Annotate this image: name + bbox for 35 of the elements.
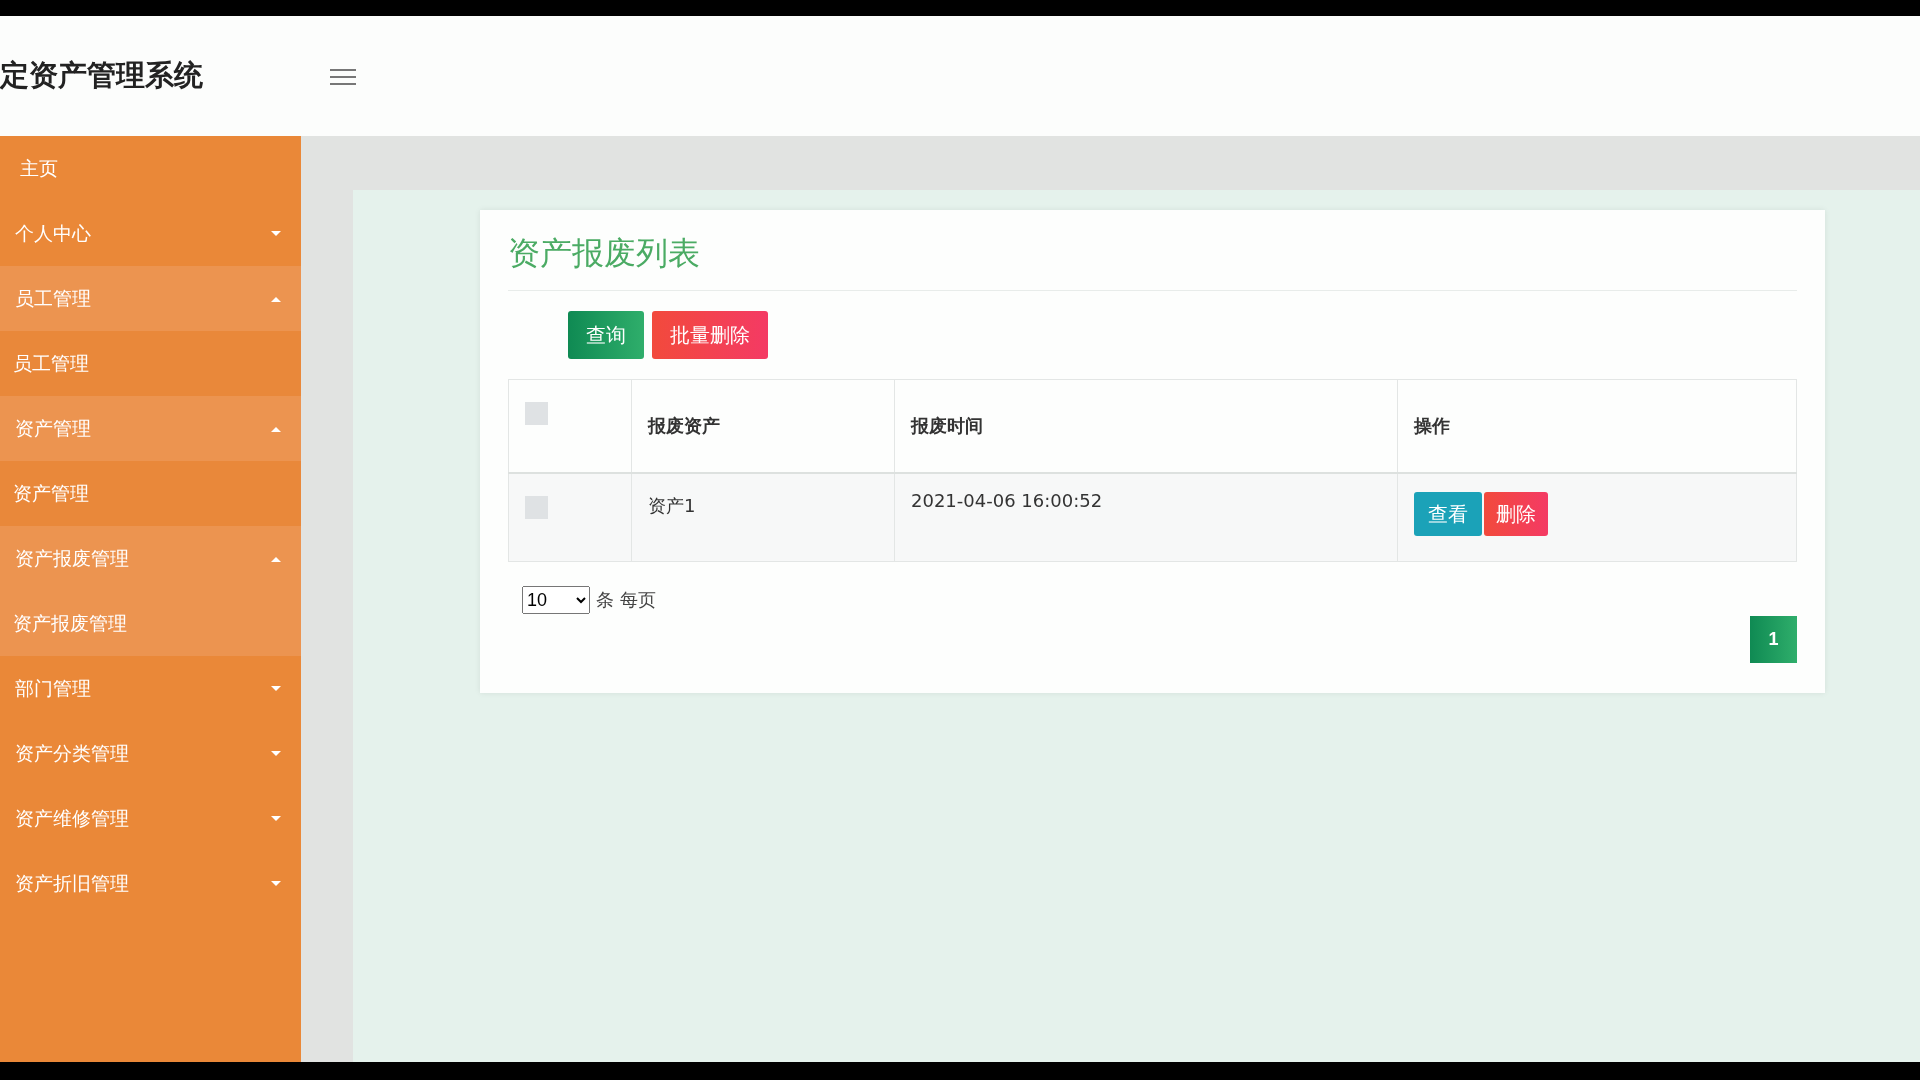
checkbox[interactable]	[525, 496, 548, 519]
column-header: 操作	[1414, 415, 1450, 436]
per-page-label: 条 每页	[596, 587, 656, 612]
sidebar-item[interactable]: 资产折旧管理	[0, 851, 301, 916]
view-button[interactable]: 查看	[1414, 492, 1482, 536]
caret-icon	[271, 685, 281, 692]
caret-icon	[271, 815, 281, 822]
sidebar-subitem[interactable]: 资产报废管理	[0, 591, 301, 656]
caret-icon	[271, 880, 281, 887]
sidebar-item[interactable]: 资产维修管理	[0, 786, 301, 851]
sidebar-item[interactable]: 资产分类管理	[0, 721, 301, 786]
app-title: 定资产管理系统	[0, 57, 204, 94]
table-cell: 2021-04-06 16:00:52	[911, 490, 1103, 511]
page-size-select[interactable]: 10	[522, 585, 590, 614]
table-cell: 资产1	[648, 495, 696, 516]
sidebar-item[interactable]: 个人中心	[0, 201, 301, 266]
checkbox[interactable]	[525, 402, 548, 425]
sidebar-item[interactable]: 资产报废管理	[0, 526, 301, 591]
column-header: 报废时间	[911, 415, 983, 436]
caret-icon	[271, 295, 281, 302]
batch-delete-button[interactable]: 批量删除	[652, 311, 768, 359]
search-button[interactable]: 查询	[568, 311, 644, 359]
caret-icon	[271, 230, 281, 237]
menu-icon[interactable]	[330, 68, 356, 86]
sidebar-item[interactable]: 部门管理	[0, 656, 301, 721]
page-button[interactable]: 1	[1750, 615, 1797, 663]
caret-icon	[271, 555, 281, 562]
sidebar-item[interactable]: 资产管理	[0, 396, 301, 461]
caret-icon	[271, 750, 281, 757]
delete-button[interactable]: 删除	[1484, 492, 1548, 536]
card-title: 资产报废列表	[508, 232, 1797, 291]
sidebar-item[interactable]: 主页	[0, 136, 301, 201]
sidebar-item[interactable]: 员工管理	[0, 266, 301, 331]
caret-icon	[271, 425, 281, 432]
column-header: 报废资产	[648, 415, 720, 436]
